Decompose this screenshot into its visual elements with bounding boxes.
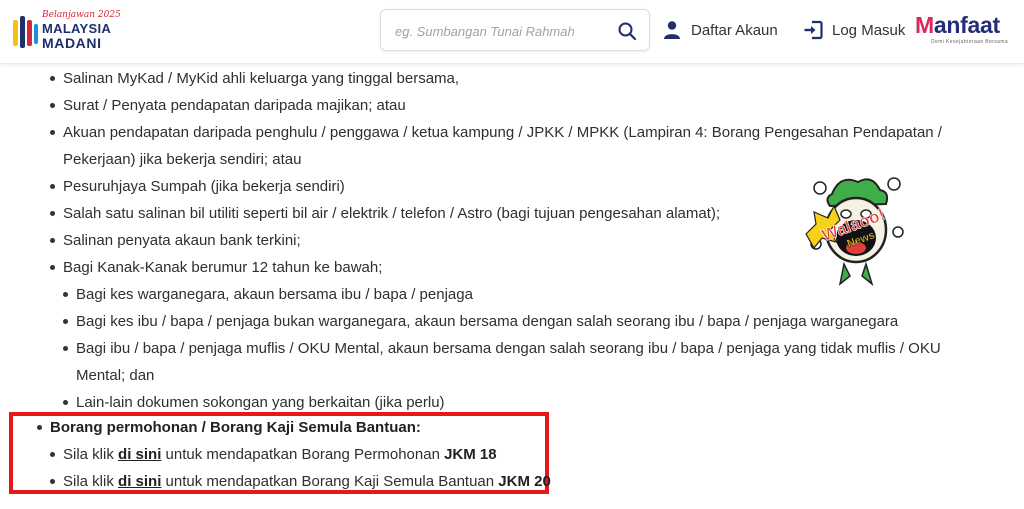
bullet-dot <box>50 211 55 216</box>
bullet-dot <box>50 265 55 270</box>
search-box <box>380 9 650 51</box>
register-account-link[interactable]: Daftar Akaun <box>662 18 778 42</box>
login-link[interactable]: Log Masuk <box>803 18 905 42</box>
jkm20-download-link[interactable]: di sini <box>118 473 161 490</box>
bullet-dot <box>50 76 55 81</box>
bullet-dot <box>50 103 55 108</box>
bullet-dot <box>50 238 55 243</box>
bullet-dot <box>50 184 55 189</box>
site-header: Belanjawan 2025 MALAYSIA MADANI Daftar A… <box>0 0 1024 64</box>
jkm18-code: JKM 18 <box>444 446 497 463</box>
search-icon[interactable] <box>617 21 637 41</box>
sub-list-item-continuation: Mental; dan <box>76 367 155 384</box>
malaysia-madani-emblem-icon <box>13 16 38 48</box>
register-account-label: Daftar Akaun <box>691 21 778 39</box>
bullet-dot <box>63 292 68 297</box>
bullet-dot <box>37 425 42 430</box>
logo-tagline: Belanjawan 2025 <box>42 10 121 20</box>
brand-name: Manfaat <box>915 12 1000 38</box>
bullet-dot <box>63 400 68 405</box>
list-item-continuation: Pekerjaan) jika bekerja sendiri; atau <box>63 151 302 168</box>
forms-heading: Borang permohonan / Borang Kaji Semula B… <box>50 419 421 436</box>
jkm18-download-link[interactable]: di sini <box>118 446 161 463</box>
bullet-dot <box>50 130 55 135</box>
logo-text-madani: MADANI <box>42 35 102 51</box>
bullet-dot <box>50 479 55 484</box>
search-input[interactable] <box>395 21 605 41</box>
logo-text-malaysia: MALAYSIA <box>42 21 112 36</box>
document-requirements-list: Salinan MyKad / MyKid ahli keluarga yang… <box>0 64 1024 509</box>
bullet-dot <box>63 346 68 351</box>
bullet-dot <box>63 319 68 324</box>
walaoo-news-watermark: Walaoo! News <box>805 177 904 287</box>
malaysia-madani-logo[interactable]: Belanjawan 2025 MALAYSIA MADANI <box>12 10 122 54</box>
bullet-dot <box>50 452 55 457</box>
sign-in-icon <box>804 20 823 40</box>
manfaat-brand-logo[interactable]: Manfaat Demi Kesejahteraan Bersama <box>915 12 1015 48</box>
brand-tagline: Demi Kesejahteraan Bersama <box>931 39 1009 45</box>
jkm20-code: JKM 20 <box>498 473 551 490</box>
login-label: Log Masuk <box>832 21 906 39</box>
user-icon <box>664 21 680 39</box>
